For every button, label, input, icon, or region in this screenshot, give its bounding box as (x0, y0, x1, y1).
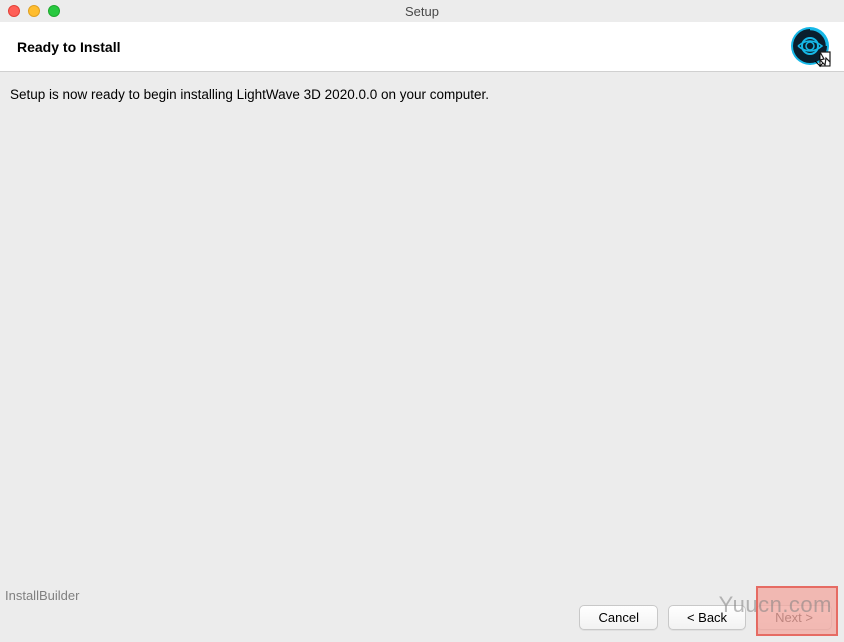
wizard-footer: InstallBuilder Cancel < Back Next > (0, 580, 844, 642)
cancel-button[interactable]: Cancel (579, 605, 657, 630)
back-button[interactable]: < Back (668, 605, 746, 630)
window-title: Setup (0, 4, 844, 19)
minimize-window-button[interactable] (28, 5, 40, 17)
page-title: Ready to Install (17, 39, 120, 55)
builder-label: InstallBuilder (5, 588, 79, 603)
titlebar: Setup (0, 0, 844, 22)
button-row: Cancel < Back Next > (579, 605, 832, 630)
maximize-window-button[interactable] (48, 5, 60, 17)
window-controls (0, 5, 60, 17)
app-logo-icon (790, 26, 832, 68)
close-window-button[interactable] (8, 5, 20, 17)
next-button[interactable]: Next > (756, 605, 832, 630)
install-message: Setup is now ready to begin installing L… (10, 86, 834, 105)
wizard-header: Ready to Install (0, 22, 844, 72)
content-area: Setup is now ready to begin installing L… (0, 72, 844, 119)
